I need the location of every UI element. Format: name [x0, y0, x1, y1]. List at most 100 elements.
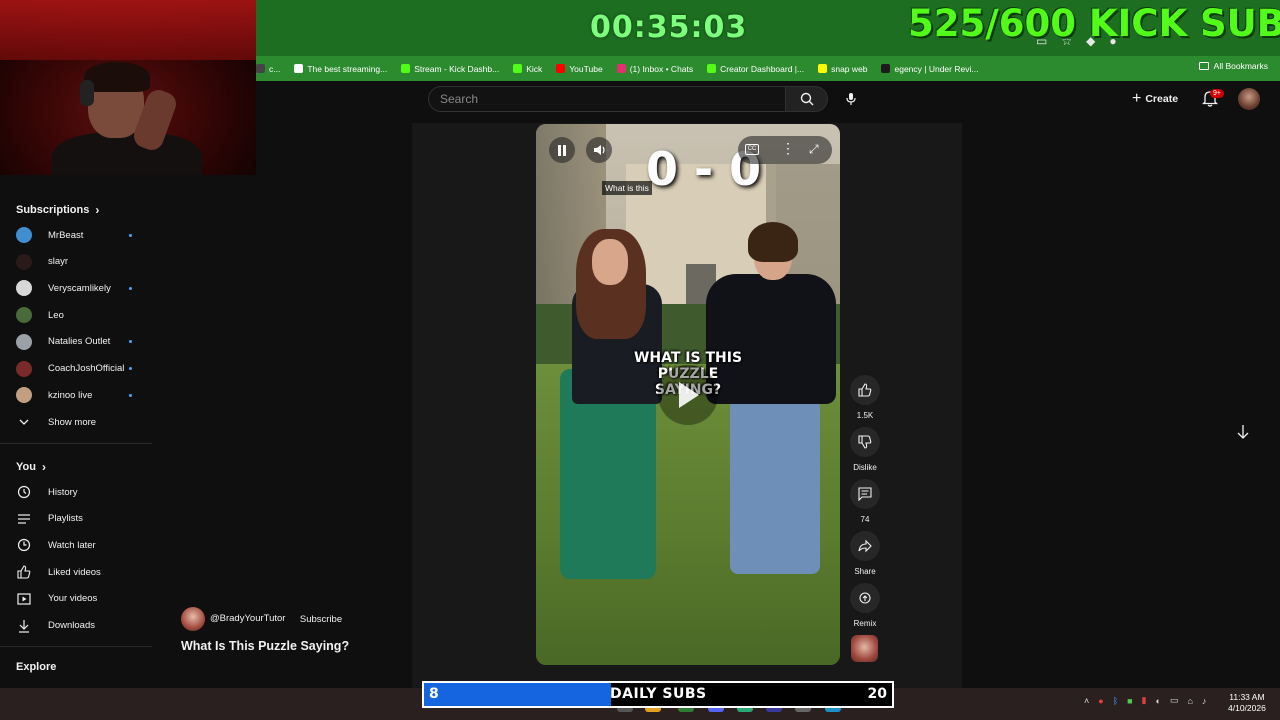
bookmark-item[interactable]: The best streaming... [294, 64, 387, 74]
dislike-action[interactable]: Dislike [849, 427, 881, 472]
subscription-item[interactable]: kzinoo live [16, 384, 140, 406]
channel-avatar [16, 227, 32, 243]
remix-action[interactable]: Remix [849, 583, 881, 628]
search-button[interactable] [786, 86, 828, 112]
bookmark-item[interactable]: Stream - Kick Dashb... [401, 64, 499, 74]
subscription-item[interactable]: Veryscamlikely [16, 277, 140, 299]
sidebar-divider [0, 646, 152, 647]
bookmark-favicon-icon [556, 64, 566, 73]
short-video-player[interactable]: 0 - 0 What is this WHAT IS THIS PUZZLE S… [536, 124, 840, 665]
chevron-right-icon: › [95, 203, 100, 217]
play-icon [679, 382, 699, 408]
like-action[interactable]: 1.5K [849, 375, 881, 420]
you-item[interactable]: Liked videos [16, 561, 140, 583]
voice-search-button[interactable] [840, 88, 862, 110]
you-item[interactable]: Playlists [16, 508, 140, 530]
share-label: Share [854, 567, 876, 576]
chevron-down-icon [16, 414, 32, 430]
display-icon[interactable]: ▭ [1170, 695, 1179, 706]
sidebar-divider [0, 443, 152, 444]
notification-badge: 9+ [1210, 89, 1224, 98]
share-action[interactable]: Share [849, 531, 881, 576]
daily-subs-bar: 8 DAILY SUBS 20 [422, 681, 894, 708]
subscribe-button[interactable]: Subscribe [292, 608, 350, 630]
bookmark-item[interactable]: snap web [818, 64, 867, 74]
daily-subs-current: 8 [429, 686, 439, 702]
bookmark-item[interactable]: egency | Under Revi... [881, 64, 978, 74]
dislike-label: Dislike [853, 463, 877, 472]
volume-icon[interactable]: ♪ [1202, 696, 1207, 706]
explore-heading: Explore [16, 661, 57, 673]
more-options-icon[interactable]: ⋮ [781, 140, 795, 157]
fullscreen-icon[interactable]: ⤢ [809, 142, 819, 157]
bookmark-item[interactable]: Creator Dashboard |... [707, 64, 804, 74]
bookmark-favicon-icon [881, 64, 891, 73]
remix-label: Remix [853, 619, 877, 628]
bookmark-item[interactable]: (1) Inbox • Chats [616, 64, 693, 74]
folder-icon [1198, 62, 1209, 70]
bookmark-item[interactable]: YouTube [556, 64, 603, 74]
you-heading[interactable]: You › [16, 460, 46, 474]
share-icon [858, 539, 872, 553]
channel-thumbnail[interactable] [851, 635, 878, 662]
subscription-item[interactable]: Natalies Outlet [16, 331, 140, 353]
pause-button[interactable] [549, 137, 575, 163]
you-item[interactable]: Watch later [16, 534, 140, 556]
plus-icon: + [1132, 90, 1142, 107]
show-more-button[interactable]: Show more [16, 411, 140, 433]
thumbs-down-icon [858, 435, 872, 449]
you-item[interactable]: History [16, 481, 140, 503]
chevron-right-icon: › [41, 460, 46, 474]
bookmark-favicon-icon [616, 64, 626, 73]
tray-app-icon[interactable]: ◐ [1156, 696, 1161, 706]
next-short-button[interactable] [1236, 424, 1256, 444]
comments-action[interactable]: 74 [849, 479, 881, 524]
thumbs-up-icon [858, 383, 872, 397]
tray-app-icon[interactable]: ● [1098, 696, 1103, 706]
chevron-up-icon[interactable]: ˄ [1084, 696, 1089, 706]
your-videos-icon [16, 591, 32, 607]
system-clock[interactable]: 11:33 AM 4/10/2026 [1228, 692, 1266, 714]
playlists-icon [16, 511, 32, 527]
all-bookmarks-button[interactable]: All Bookmarks [1198, 61, 1268, 71]
daily-subs-label: DAILY SUBS [610, 686, 707, 702]
subscription-item[interactable]: Leo [16, 304, 140, 326]
subscription-item[interactable]: slayr [16, 251, 140, 273]
channel-avatar [16, 360, 32, 377]
video-title: What Is This Puzzle Saying? [181, 639, 350, 653]
captions-icon[interactable]: CC [745, 144, 759, 155]
subscriptions-heading[interactable]: Subscriptions › [16, 203, 99, 217]
webcam-overlay [0, 0, 256, 175]
channel-avatar[interactable] [181, 607, 205, 631]
channel-handle[interactable]: @BradyYourTutor [210, 613, 285, 624]
play-overlay-button[interactable] [658, 365, 718, 425]
channel-avatar [16, 280, 32, 297]
bookmark-item[interactable]: Kick [513, 64, 542, 74]
microphone-icon[interactable]: ▮ [1142, 695, 1147, 706]
video-subtitle: What is this [602, 181, 652, 195]
bluetooth-icon[interactable]: ᛒ [1113, 696, 1118, 706]
network-icon[interactable]: ⌂ [1187, 696, 1192, 706]
bookmark-item[interactable]: c... [256, 64, 280, 74]
bookmark-favicon-icon [294, 64, 304, 73]
daily-subs-goal: 20 [867, 686, 887, 702]
remix-icon [859, 592, 871, 604]
account-avatar[interactable] [1238, 88, 1260, 110]
bookmark-favicon-icon [256, 64, 265, 73]
volume-button[interactable] [586, 137, 612, 163]
bookmark-favicon-icon [513, 64, 523, 73]
daily-subs-progress [424, 683, 612, 706]
create-button[interactable]: + Create [1132, 89, 1178, 109]
tray-app-icon[interactable]: ■ [1127, 696, 1132, 706]
new-content-dot [129, 233, 132, 237]
subscription-item[interactable]: CoachJoshOfficial [16, 358, 140, 380]
subscription-item[interactable]: MrBeast [16, 224, 140, 246]
you-item[interactable]: Your videos [16, 588, 140, 610]
video-controls-right: CC ⋮ ⤢ [738, 136, 832, 164]
microphone-icon [846, 93, 856, 105]
volume-icon [593, 145, 605, 155]
channel-avatar [16, 333, 32, 350]
search-input[interactable]: Search [428, 86, 786, 112]
stream-timer: 00:35:03 [590, 10, 748, 45]
you-item[interactable]: Downloads [16, 615, 140, 637]
